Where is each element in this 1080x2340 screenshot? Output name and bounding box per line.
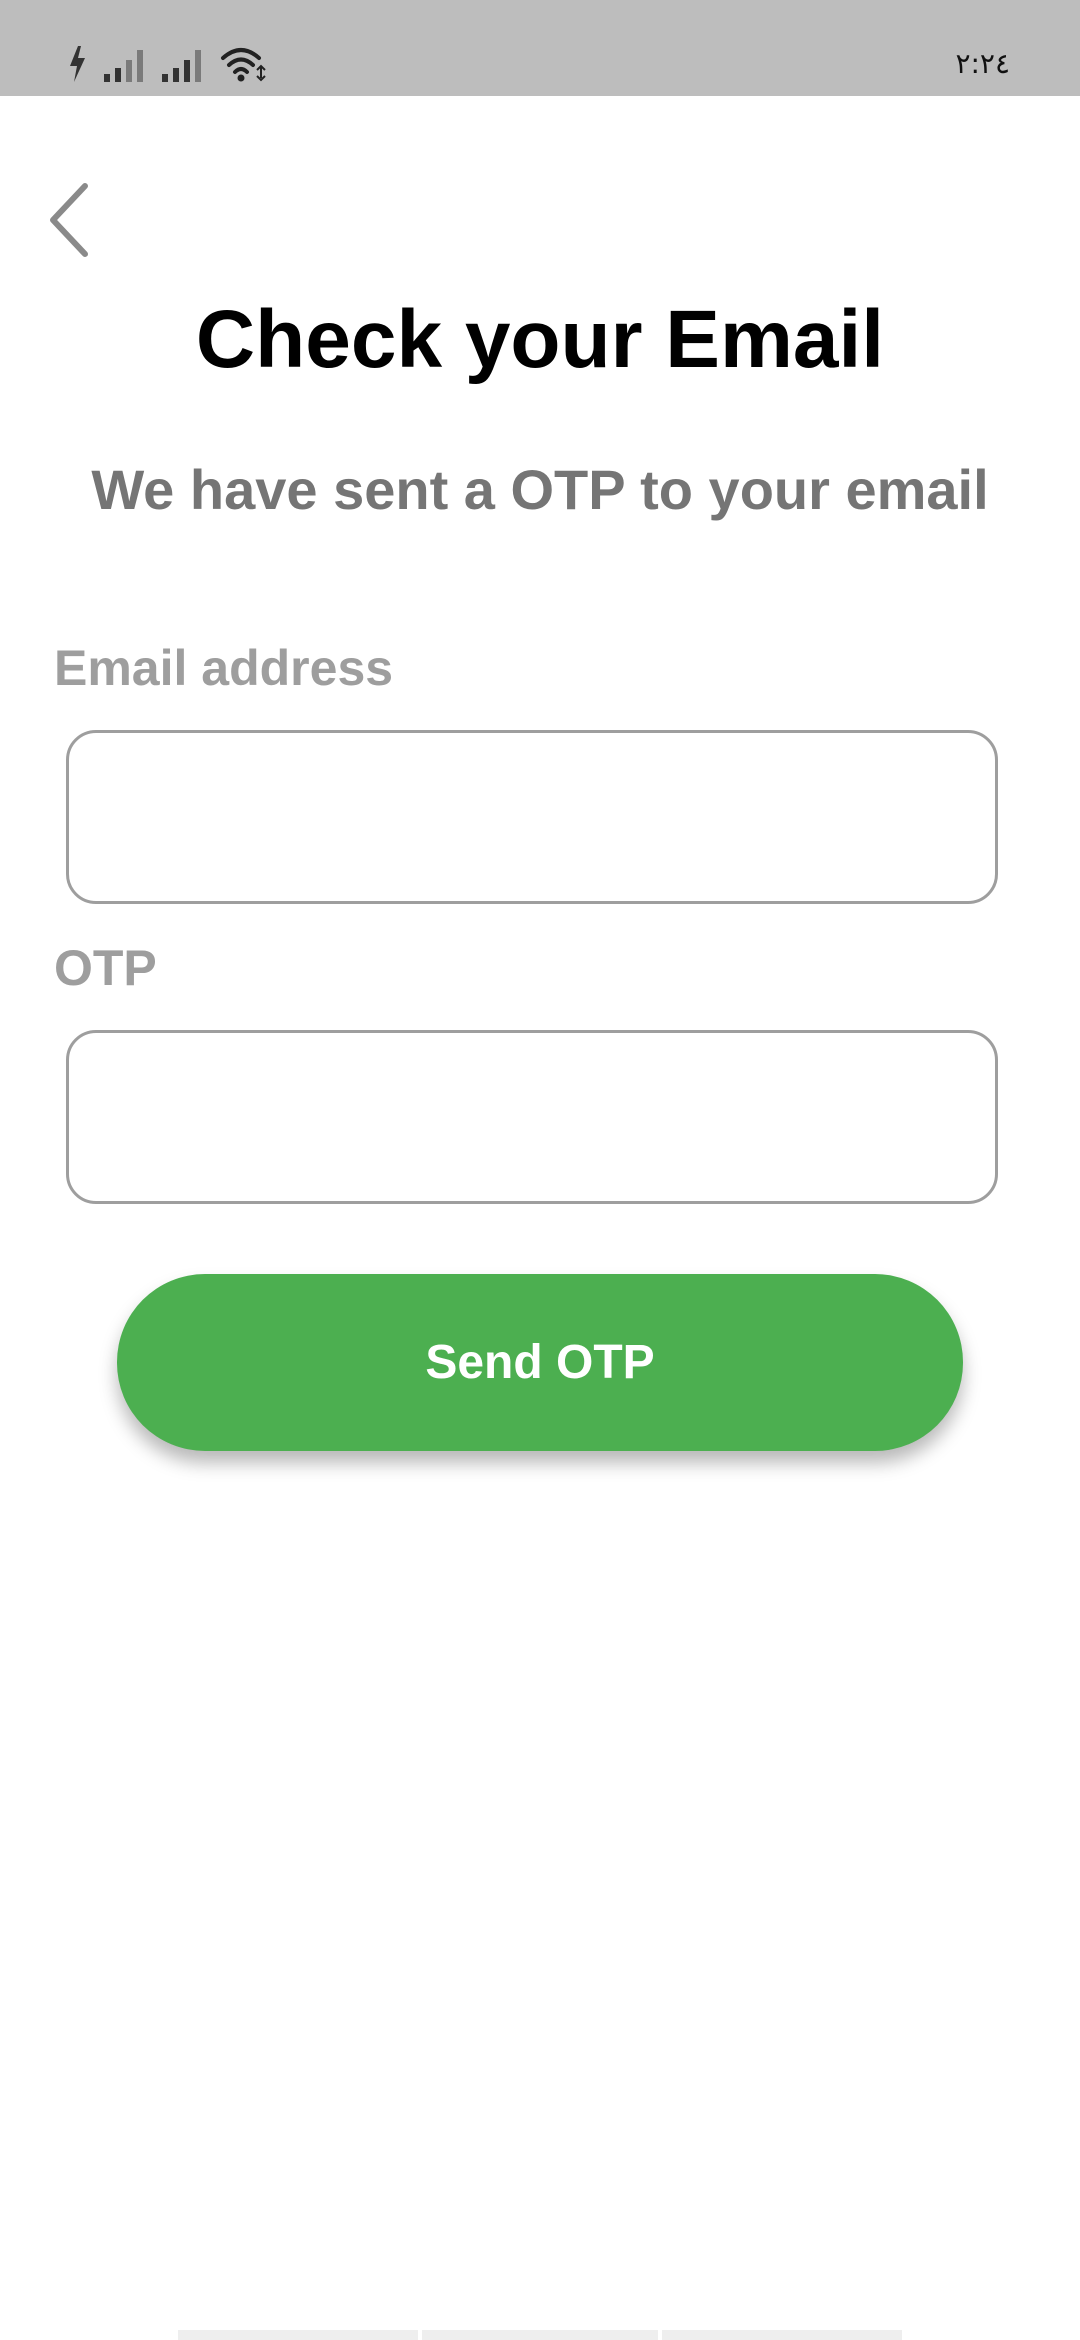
wifi-icon <box>221 48 266 82</box>
page-title: Check your Email <box>195 294 885 385</box>
send-otp-button[interactable]: Send OTP <box>117 1274 963 1451</box>
email-field[interactable] <box>66 730 998 904</box>
nav-handle <box>178 2330 418 2340</box>
status-bar: ٢:٢٤ <box>0 0 1080 96</box>
nav-handle <box>662 2330 902 2340</box>
charging-bolt-icon <box>70 46 85 82</box>
nav-handle <box>422 2330 658 2340</box>
send-otp-button-label: Send OTP <box>425 1336 655 1389</box>
status-icons <box>66 44 266 84</box>
chevron-left-icon <box>50 183 88 257</box>
signal-strength-icon <box>162 50 201 82</box>
otp-label: OTP <box>54 940 157 996</box>
email-label: Email address <box>54 640 394 696</box>
otp-field[interactable] <box>66 1030 998 1204</box>
back-button[interactable] <box>40 180 100 260</box>
status-time: ٢:٢٤ <box>955 47 1010 80</box>
signal-strength-icon <box>104 50 143 82</box>
page-subtitle: We have sent a OTP to your email <box>91 458 989 521</box>
